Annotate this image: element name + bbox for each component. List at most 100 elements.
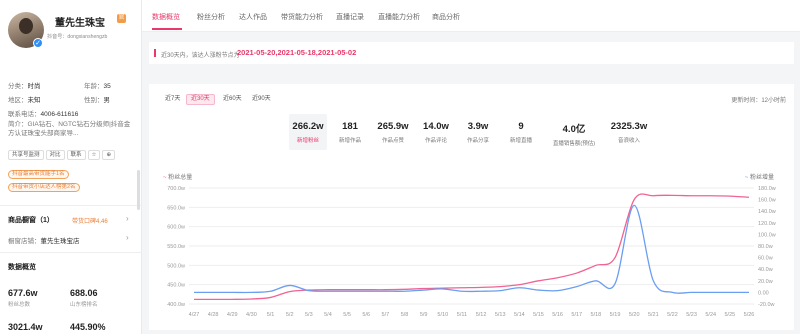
metric-value: 4.0亿 xyxy=(562,124,586,135)
stat-label: 山东榜排名 xyxy=(70,302,98,308)
stat-value: 677.6w xyxy=(8,288,38,298)
y-left-tick-label: 600.0w xyxy=(167,225,185,231)
metric-label: 作品分享 xyxy=(466,138,489,144)
y-left-tick-label: 650.0w xyxy=(167,205,185,211)
x-tick-label: 5/8 xyxy=(401,312,409,318)
overview-title: 数据概览 xyxy=(8,264,36,271)
x-tick-label: 5/1 xyxy=(267,312,275,318)
active-tab-indicator xyxy=(152,28,182,30)
metric-value: 3.9w xyxy=(467,121,489,132)
metric-card[interactable]: 14.0w 作品评论 xyxy=(419,114,453,150)
x-tick-label: 4/30 xyxy=(246,312,257,318)
metric-label: 新增粉丝 xyxy=(296,138,319,144)
y-left-tick-label: 400.0w xyxy=(167,302,185,308)
top-tabs: 数据概览 粉丝分析 达人作品 带货能力分析 直播记录 直播能力分析 商品分析 xyxy=(142,0,800,32)
x-tick-label: 5/13 xyxy=(495,312,506,318)
x-tick-label: 5/9 xyxy=(420,312,428,318)
metric-card[interactable]: 3.9w 作品分享 xyxy=(461,114,495,150)
y-right-tick-label: 40.0w xyxy=(758,267,773,273)
metric-card[interactable]: 265.9w 作品点赞 xyxy=(373,114,413,150)
shop-window-title: 商品橱窗（1） xyxy=(8,217,54,224)
x-tick-label: 5/10 xyxy=(437,312,448,318)
metric-card[interactable]: 9 新增直播 xyxy=(505,114,537,150)
tab-sales-ability[interactable]: 带货能力分析 xyxy=(281,12,323,22)
y-right-tick-label: -20.0w xyxy=(758,302,775,308)
favorite-icon[interactable]: ☆ xyxy=(87,150,101,160)
rank-tag: 抖音最高带货能手1名 xyxy=(8,170,69,179)
metric-card[interactable]: 2325.3w 音浪收入 xyxy=(607,114,651,150)
rank-tag: 抖音带货小店达人榜第2名 xyxy=(8,183,80,192)
x-tick-label: 5/19 xyxy=(610,312,621,318)
profile-intro: 简介：GIA钻石、NGTC钻石分级师|抖音金方认证珠宝头部商家导... xyxy=(8,121,131,137)
stat-label: 粉丝总数 xyxy=(8,302,31,308)
alert-marker xyxy=(154,49,156,57)
y-right-tick-label: 20.0w xyxy=(758,279,773,285)
x-tick-label: 5/18 xyxy=(591,312,602,318)
y-right-tick-label: 140.0w xyxy=(758,209,776,215)
series-line-total-fans xyxy=(194,193,750,301)
x-tick-label: 5/26 xyxy=(744,312,755,318)
main-panel: 数据概览 粉丝分析 达人作品 带货能力分析 直播记录 直播能力分析 商品分析 近… xyxy=(142,0,800,334)
shop-store-row[interactable]: 橱窗店铺：董先生珠宝店 xyxy=(8,235,80,245)
x-tick-label: 4/29 xyxy=(227,312,238,318)
x-tick-label: 4/28 xyxy=(208,312,219,318)
y-left-tick-label: 450.0w xyxy=(167,283,185,289)
x-tick-label: 5/23 xyxy=(686,312,697,318)
metric-value: 9 xyxy=(518,121,524,132)
metric-card[interactable]: 4.0亿 直播销售额(预估) xyxy=(547,114,601,150)
alert-text: 近30天内，该达人涨粉节点为 xyxy=(161,53,240,59)
app-root: ✓ 董先生珠宝 官 抖音号：dongxianshengzb 分类：时尚 年龄：3… xyxy=(0,0,800,334)
x-tick-label: 5/14 xyxy=(514,312,525,318)
x-tick-label: 5/20 xyxy=(629,312,640,318)
stat-value: 445.90% xyxy=(70,322,106,332)
tab-live-ability[interactable]: 直播能力分析 xyxy=(378,12,420,22)
x-tick-label: 5/4 xyxy=(324,312,332,318)
metric-value: 2325.3w xyxy=(610,121,648,132)
metric-label: 作品评论 xyxy=(424,138,447,144)
x-tick-label: 5/6 xyxy=(362,312,370,318)
region-row: 地区：未知 xyxy=(8,97,41,104)
y-left-tick-label: 500.0w xyxy=(167,263,185,269)
metric-card[interactable]: 266.2w 新增粉丝 xyxy=(289,114,327,150)
chevron-right-icon[interactable]: › xyxy=(126,214,129,223)
alert-dates: 2021-05-20,2021-05-18,2021-05-02 xyxy=(237,48,357,57)
x-tick-label: 5/15 xyxy=(533,312,544,318)
x-tick-label: 5/2 xyxy=(286,312,294,318)
fan-growth-alert: 近30天内，该达人涨粉节点为 2021-05-20,2021-05-18,202… xyxy=(149,42,794,64)
x-tick-label: 5/21 xyxy=(648,312,659,318)
add-icon[interactable]: ⊕ xyxy=(102,150,116,160)
tab-works[interactable]: 达人作品 xyxy=(239,12,267,22)
gender-row: 性别：男 xyxy=(84,97,110,104)
x-tick-label: 5/17 xyxy=(571,312,582,318)
sidebar-scrollbar[interactable] xyxy=(137,170,140,210)
x-tick-label: 5/24 xyxy=(705,312,716,318)
compare-button[interactable]: 对比 xyxy=(45,150,65,160)
shop-rating-link[interactable]: 带货口碑4.46 xyxy=(72,216,108,225)
tab-fans[interactable]: 粉丝分析 xyxy=(197,12,225,22)
x-tick-label: 5/11 xyxy=(457,312,467,318)
range-90d[interactable]: 近90天 xyxy=(248,94,275,105)
y-left-tick-label: 700.0w xyxy=(167,186,185,192)
category-row: 分类：时尚 xyxy=(8,83,41,90)
chevron-right-icon[interactable]: › xyxy=(126,233,129,242)
monitor-button[interactable]: 共享号监测 xyxy=(8,150,44,160)
range-60d[interactable]: 近60天 xyxy=(219,94,246,105)
profile-name: 董先生珠宝 xyxy=(55,18,105,29)
range-7d[interactable]: 近7天 xyxy=(161,94,184,105)
tab-live-records[interactable]: 直播记录 xyxy=(336,12,364,22)
contact-button[interactable]: 联系 xyxy=(66,150,86,160)
fans-trend-chart: 400.0w 450.0w 500.0w 550.0w 600.0w 650.0w 700.… xyxy=(167,186,776,318)
x-tick-label: 5/16 xyxy=(552,312,563,318)
tab-overview[interactable]: 数据概览 xyxy=(152,12,180,22)
metric-card[interactable]: 181 新增作品 xyxy=(335,114,365,150)
profile-sidebar: ✓ 董先生珠宝 官 抖音号：dongxianshengzb 分类：时尚 年龄：3… xyxy=(0,0,142,334)
x-tick-label: 5/5 xyxy=(343,312,351,318)
metric-value: 14.0w xyxy=(423,121,449,132)
y-right-tick-label: 60.0w xyxy=(758,256,773,262)
range-30d[interactable]: 近30天 xyxy=(186,94,215,105)
y-right-tick-label: 100.0w xyxy=(758,232,776,238)
y-right-tick-label: 180.0w xyxy=(758,186,776,192)
tab-products[interactable]: 商品分析 xyxy=(432,12,460,22)
x-tick-label: 5/7 xyxy=(382,312,390,318)
y-right-tick-label: 80.0w xyxy=(758,244,773,250)
